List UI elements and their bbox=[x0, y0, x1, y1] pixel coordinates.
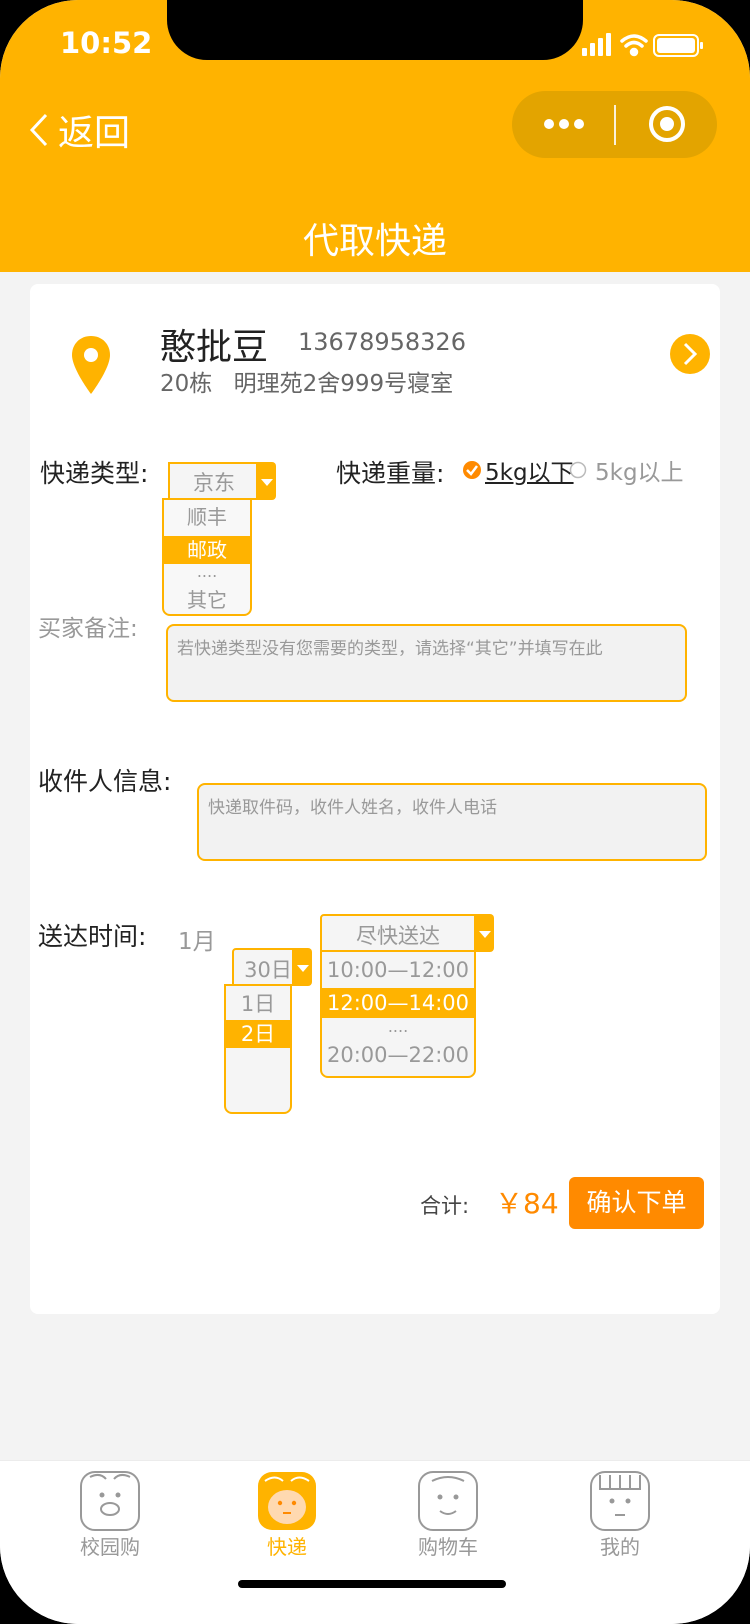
address-building: 20栋 bbox=[160, 371, 213, 397]
monk-hat-icon bbox=[590, 1471, 650, 1531]
chevron-down-icon bbox=[479, 931, 491, 938]
capsule-divider bbox=[614, 105, 616, 145]
express-option-highlighted[interactable]: 邮政 bbox=[164, 536, 250, 564]
express-option-ellipsis: .... bbox=[196, 562, 218, 581]
receiver-info-input[interactable]: 快递取件码，收件人姓名，收件人电话 bbox=[197, 783, 707, 861]
delivery-day-dropdown-toggle[interactable] bbox=[292, 948, 312, 986]
tab-label: 校园购 bbox=[80, 1535, 140, 1559]
back-label: 返回 bbox=[58, 113, 131, 154]
close-target-icon[interactable] bbox=[647, 104, 687, 144]
page-title: 代取快递 bbox=[302, 221, 447, 262]
back-button[interactable]: 返回 bbox=[28, 106, 130, 154]
weight-option-over-5kg[interactable]: 5kg以上 bbox=[569, 456, 684, 486]
status-time: 10:52 bbox=[60, 26, 153, 60]
express-type-label: 快递类型: bbox=[40, 459, 149, 488]
delivery-slot-options: 10:00—12:00 12:00—14:00 .... 20:00—22:00 bbox=[320, 950, 476, 1078]
delivery-day-option-highlighted[interactable]: 2日 bbox=[226, 1020, 290, 1048]
express-option[interactable]: 顺丰 bbox=[164, 500, 250, 534]
radio-checked-icon bbox=[463, 461, 481, 479]
delivery-slot-option[interactable]: 20:00—22:00 bbox=[322, 1038, 474, 1072]
signal-icon bbox=[582, 33, 611, 56]
delivery-time-label: 送达时间: bbox=[38, 922, 147, 951]
receiver-info-label: 收件人信息: bbox=[38, 767, 172, 796]
address-line: 20栋 明理苑2舍999号寝室 bbox=[160, 364, 453, 398]
remark-input[interactable]: 若快递类型没有您需要的类型，请选择“其它”并填写在此 bbox=[166, 624, 687, 702]
monk-face-icon bbox=[418, 1471, 478, 1531]
express-type-options: 顺丰 邮政 .... 其它 bbox=[162, 498, 252, 616]
total-amount: ￥84 bbox=[495, 1187, 559, 1220]
express-option[interactable]: 其它 bbox=[164, 584, 250, 616]
more-icon[interactable] bbox=[542, 114, 586, 134]
home-indicator bbox=[238, 1580, 506, 1588]
receiver-phone: 13678958326 bbox=[298, 328, 466, 356]
notch bbox=[167, 0, 583, 60]
delivery-slot-select[interactable]: 尽快送达 bbox=[320, 914, 476, 952]
chevron-left-icon bbox=[29, 113, 48, 147]
tab-label: 我的 bbox=[600, 1535, 640, 1559]
address-detail: 明理苑2舍999号寝室 bbox=[233, 371, 454, 397]
remark-placeholder: 若快递类型没有您需要的类型，请选择“其它”并填写在此 bbox=[177, 639, 603, 659]
phone-screen: 10:52 返回 代取快递 憨批豆 13678958326 20栋 明理苑2舍9… bbox=[0, 0, 750, 1624]
delivery-slot-option[interactable]: 10:00—12:00 bbox=[322, 954, 474, 986]
tab-label: 购物车 bbox=[418, 1535, 478, 1559]
tab-label-active: 快递 bbox=[267, 1535, 307, 1559]
submit-order-button[interactable]: 确认下单 bbox=[569, 1177, 704, 1229]
order-card: 憨批豆 13678958326 20栋 明理苑2舍999号寝室 快递类型: 京东… bbox=[30, 284, 720, 1314]
express-type-dropdown-toggle[interactable] bbox=[256, 462, 276, 500]
radio-unchecked-icon bbox=[569, 461, 587, 479]
monkey-icon bbox=[258, 1472, 316, 1530]
status-icons bbox=[582, 33, 703, 57]
weight-option-label: 5kg以下 bbox=[485, 460, 574, 486]
delivery-month: 1月 bbox=[178, 929, 216, 955]
address-arrow-icon[interactable] bbox=[669, 333, 711, 375]
chevron-down-icon bbox=[261, 479, 273, 486]
weight-option-under-5kg[interactable]: 5kg以下 bbox=[463, 456, 574, 486]
delivery-slot-value: 尽快送达 bbox=[356, 924, 440, 948]
wifi-icon bbox=[620, 34, 648, 57]
receiver-info-placeholder: 快递取件码，收件人姓名，收件人电话 bbox=[208, 798, 497, 818]
mini-program-capsule bbox=[512, 91, 717, 158]
express-type-value: 京东 bbox=[193, 471, 235, 495]
nav-header: 10:52 返回 代取快递 bbox=[0, 0, 750, 272]
delivery-day-option[interactable]: 1日 bbox=[226, 988, 290, 1020]
delivery-slot-option-highlighted[interactable]: 12:00—14:00 bbox=[322, 988, 474, 1018]
delivery-day-options: 1日 2日 bbox=[224, 984, 292, 1114]
location-pin-icon bbox=[72, 336, 110, 394]
weight-option-label: 5kg以上 bbox=[595, 460, 684, 486]
delivery-slot-dropdown-toggle[interactable] bbox=[474, 914, 494, 952]
tab-bar: 校园购 快递 购物车 我的 bbox=[0, 1460, 750, 1624]
battery-icon bbox=[653, 34, 703, 57]
pig-icon bbox=[80, 1471, 140, 1531]
delivery-slot-option-ellipsis: .... bbox=[387, 1017, 409, 1036]
receiver-name: 憨批豆 bbox=[160, 327, 269, 368]
weight-label: 快递重量: bbox=[336, 459, 445, 488]
chevron-down-icon bbox=[297, 965, 309, 972]
total-label: 合计: bbox=[420, 1194, 470, 1218]
remark-label: 买家备注: bbox=[38, 616, 138, 642]
